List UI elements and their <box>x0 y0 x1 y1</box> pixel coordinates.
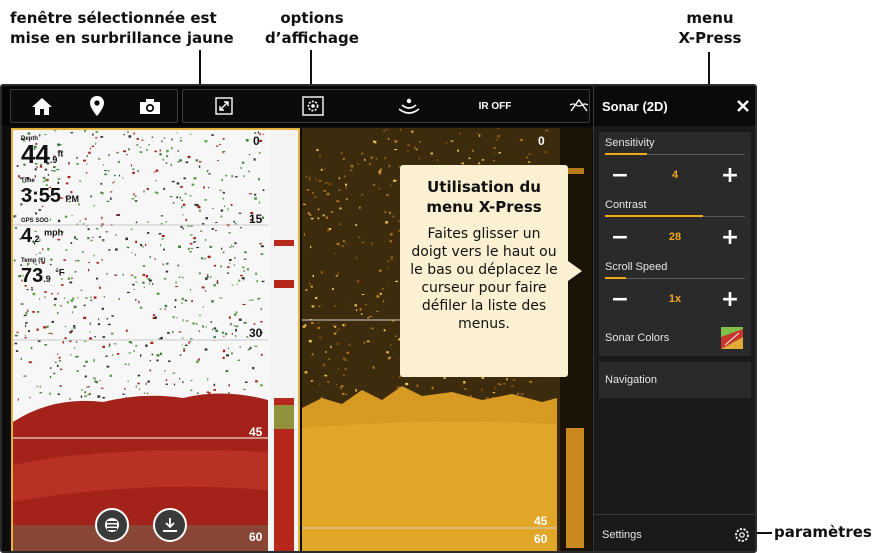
contrast-stepper: − 28 + <box>599 222 751 252</box>
temp-readout: Temp (1) 73.9 °F <box>21 258 64 288</box>
xpress-title: Sonar (2D) <box>602 98 668 114</box>
depth-scale-0: 0 <box>253 134 260 148</box>
scroll-speed-bar <box>605 277 745 279</box>
settings-row[interactable]: Settings <box>594 514 755 551</box>
sensitivity-increase-button[interactable]: + <box>719 163 741 188</box>
mid-depth-scale-60: 60 <box>534 532 548 546</box>
layers-icon <box>105 518 119 532</box>
scroll-speed-value: 1x <box>668 293 682 305</box>
callout-selected-window-line1: fenêtre sélectionnée est <box>10 9 217 27</box>
sonar-colors-label: Sonar Colors <box>605 332 670 344</box>
sonar-button[interactable] <box>392 90 426 122</box>
sensitivity-decrease-button[interactable]: − <box>609 163 631 188</box>
scroll-speed-setting: Scroll Speed − 1x + <box>599 256 751 320</box>
fullscreen-icon <box>215 97 233 115</box>
depth-scale-30: 30 <box>249 326 263 340</box>
temp-unit: °F <box>55 267 65 278</box>
time-value: 3:55 <box>21 185 62 207</box>
sonar-colors-item[interactable]: Sonar Colors <box>599 320 751 356</box>
sonar-2d-pane-selected[interactable]: Depth 44.9ft Time 3:55 PM GPS SOG 4.2 mp… <box>11 128 300 551</box>
depth-value: 44 <box>21 139 50 169</box>
depth-scale-60: 60 <box>249 530 263 544</box>
waypoint-pin-icon <box>90 96 104 116</box>
speed-value: 4 <box>21 225 33 247</box>
scroll-speed-decrease-button[interactable]: − <box>609 287 631 312</box>
xpress-menu: Sonar (2D) Sensitivity − 4 + Contrast − … <box>593 86 755 551</box>
scroll-speed-stepper: − 1x + <box>599 284 751 314</box>
sensitivity-setting: Sensitivity − 4 + <box>599 132 751 196</box>
sensitivity-bar <box>605 153 745 155</box>
time-unit: PM <box>65 194 79 204</box>
contrast-bar-fill <box>605 215 703 217</box>
xpress-help-tooltip: Utilisation du menu X-Press Faites gliss… <box>400 165 582 377</box>
scroll-speed-increase-button[interactable]: + <box>719 287 741 312</box>
temp-decimal: .9 <box>43 274 51 284</box>
sonar-colors-swatch-icon <box>721 327 743 349</box>
display-options-gear-icon <box>302 96 324 116</box>
ir-off-label: IR OFF <box>478 100 512 112</box>
sensitivity-stepper: − 4 + <box>599 160 751 190</box>
depth-scale-15: 15 <box>249 212 263 226</box>
callout-selected-window: fenêtre sélectionnée est mise en surbril… <box>10 8 234 48</box>
sensitivity-value: 4 <box>671 169 679 181</box>
depth-unit: ft <box>57 148 64 159</box>
temp-value: 73 <box>21 265 44 287</box>
callout-settings: paramètres <box>774 523 872 541</box>
tooltip-title: Utilisation du menu X-Press <box>426 178 542 216</box>
water-surface-icon <box>569 98 589 112</box>
snapshot-button[interactable] <box>130 90 170 122</box>
ir-off-button[interactable]: IR OFF <box>468 90 522 122</box>
callout-xpress-menu: menu X-Press <box>660 8 760 48</box>
callout-display-options: options d’affichage <box>262 8 362 48</box>
close-icon <box>737 100 749 112</box>
settings-gear-icon <box>735 527 749 542</box>
speed-decimal: .2 <box>32 234 40 244</box>
home-button[interactable] <box>22 90 62 122</box>
mid-depth-scale-0: 0 <box>538 134 545 148</box>
download-icon <box>163 518 177 532</box>
callout-selected-window-line2: mise en surbrillance jaune <box>10 29 234 47</box>
sonar-icon <box>398 98 420 114</box>
xpress-header: Sonar (2D) <box>594 86 755 126</box>
callout-xpress-menu-line2: X-Press <box>678 29 742 47</box>
fishfinder-screen: IR OFF Depth 44.9ft Time 3:55 PM GPS SOG… <box>0 84 757 553</box>
contrast-increase-button[interactable]: + <box>719 225 741 250</box>
contrast-bar <box>605 215 745 217</box>
layers-button[interactable] <box>95 508 129 542</box>
tooltip-body: Faites glisser un doigt vers le haut ou … <box>410 226 558 332</box>
scroll-speed-bar-fill <box>605 277 626 279</box>
sensitivity-bar-fill <box>605 153 647 155</box>
contrast-value: 28 <box>668 231 682 243</box>
time-readout: Time 3:55 PM <box>21 178 79 208</box>
sensitivity-label: Sensitivity <box>605 137 655 149</box>
waypoint-button[interactable] <box>77 90 117 122</box>
settings-label: Settings <box>602 528 642 541</box>
navigation-label: Navigation <box>605 374 657 386</box>
home-icon <box>32 98 52 115</box>
download-button[interactable] <box>153 508 187 542</box>
depth-readout: Depth 44.9ft <box>21 136 63 168</box>
fullscreen-button[interactable] <box>207 90 241 122</box>
contrast-decrease-button[interactable]: − <box>609 225 631 250</box>
display-options-button[interactable] <box>296 90 330 122</box>
callout-display-options-line2: d’affichage <box>265 29 359 47</box>
depth-scale-45: 45 <box>249 425 263 439</box>
callout-display-options-line1: options <box>280 9 344 27</box>
speed-unit: mph <box>44 227 64 238</box>
navigation-item[interactable]: Navigation <box>599 362 751 398</box>
contrast-label: Contrast <box>605 199 647 211</box>
scroll-speed-label: Scroll Speed <box>605 261 668 273</box>
camera-icon <box>140 98 160 114</box>
water-surface-button[interactable] <box>568 90 590 122</box>
close-button[interactable] <box>736 99 750 113</box>
view-button-group <box>182 89 590 123</box>
callout-xpress-menu-line1: menu <box>686 9 734 27</box>
contrast-setting: Contrast − 28 + <box>599 194 751 258</box>
xpress-settings-list: Sensitivity − 4 + Contrast − 28 + Scroll… <box>599 132 751 356</box>
speed-readout: GPS SOG 4.2 mph <box>21 218 63 248</box>
mid-depth-scale-45: 45 <box>534 514 548 528</box>
